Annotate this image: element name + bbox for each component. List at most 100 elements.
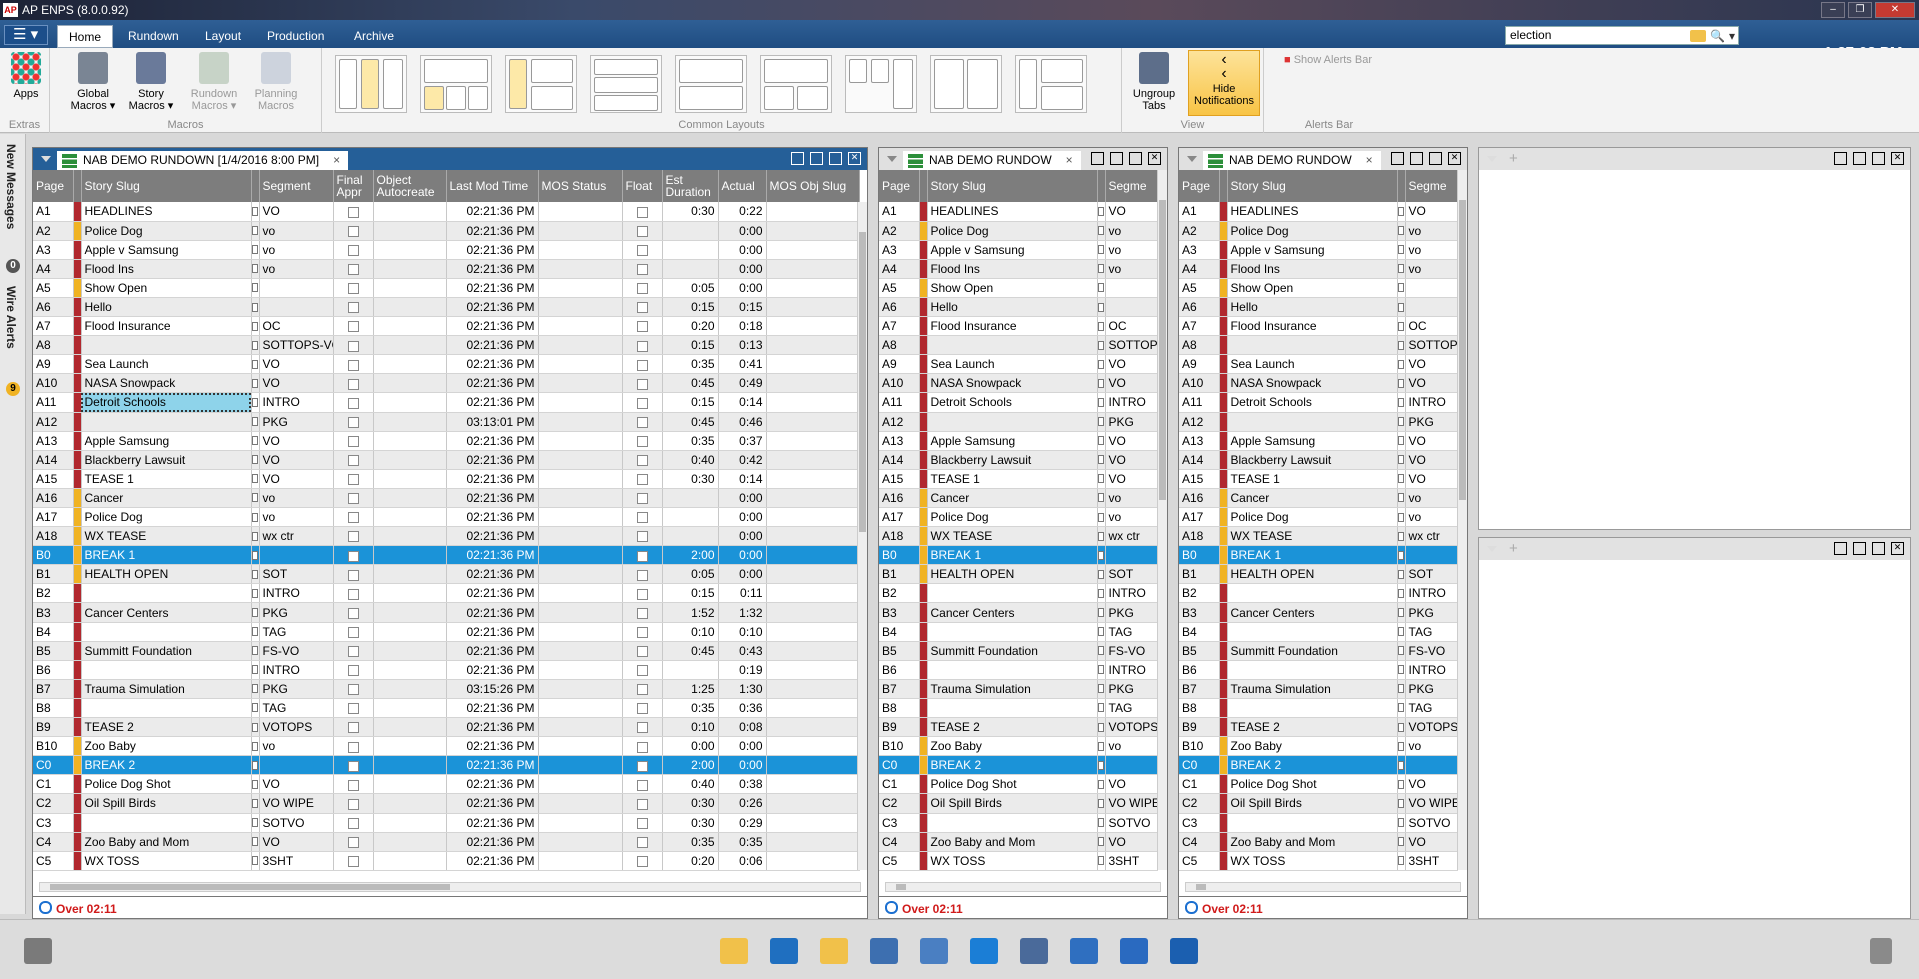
segment-cell[interactable]: VO (259, 832, 334, 852)
table-row[interactable]: A6 Hello 02:21:36 PM 0:15 0:15 (33, 297, 860, 318)
float-checkbox[interactable] (622, 641, 663, 661)
table-row[interactable]: A10 NASA Snowpack VO (1179, 373, 1458, 394)
table-row[interactable]: A2 Police Dog vo 02:21:36 PM 0:00 (33, 221, 860, 241)
final-appr-checkbox[interactable] (333, 679, 374, 699)
story-slug-cell[interactable]: BREAK 1 (81, 545, 252, 566)
popout-icon[interactable] (791, 152, 804, 165)
table-row[interactable]: B0 BREAK 1 02:21:36 PM 2:00 0:00 (33, 545, 860, 566)
page-cell[interactable]: A3 (879, 240, 920, 260)
col-story-slug[interactable]: Story Slug (81, 170, 252, 202)
table-row[interactable]: A10 NASA Snowpack VO (879, 373, 1158, 394)
segment-cell[interactable] (259, 297, 334, 318)
final-appr-checkbox[interactable] (333, 602, 374, 623)
table-row[interactable]: C4 Zoo Baby and Mom VO (879, 832, 1158, 852)
segment-cell[interactable]: INTRO (1105, 583, 1158, 604)
page-cell[interactable]: B5 (33, 641, 74, 661)
segment-cell[interactable]: VO (1405, 354, 1458, 375)
table-row[interactable]: A12 PKG (879, 412, 1158, 432)
table-row[interactable]: C5 WX TOSS 3SHT (879, 851, 1158, 871)
page-cell[interactable]: C0 (1179, 755, 1220, 776)
story-slug-cell[interactable]: HEALTH OPEN (1227, 564, 1398, 585)
ungroup-tabs-button[interactable]: Ungroup Tabs (1132, 52, 1176, 112)
app-menu-button[interactable]: ☰ ▾ (4, 25, 48, 45)
panel-menu-caret[interactable] (41, 156, 51, 162)
story-slug-cell[interactable]: Detroit Schools (1227, 392, 1398, 413)
segment-cell[interactable]: SOT (259, 564, 334, 585)
final-appr-checkbox[interactable] (333, 583, 374, 604)
story-slug-cell[interactable]: Apple v Samsung (81, 240, 252, 260)
table-row[interactable]: C5 WX TOSS 3SHT (1179, 851, 1458, 871)
table-row[interactable]: A9 Sea Launch VO (879, 354, 1158, 375)
segment-cell[interactable]: VO (1405, 373, 1458, 394)
table-row[interactable]: C3 SOTVO (879, 813, 1158, 833)
segment-cell[interactable]: VO (1405, 202, 1458, 222)
story-slug-cell[interactable]: Apple Samsung (1227, 431, 1398, 451)
story-slug-cell[interactable]: Blackberry Lawsuit (927, 450, 1098, 470)
segment-cell[interactable]: TAG (1105, 622, 1158, 642)
final-appr-checkbox[interactable] (333, 240, 374, 260)
float-checkbox[interactable] (622, 412, 663, 432)
story-slug-cell[interactable]: Apple Samsung (81, 431, 252, 451)
page-cell[interactable]: A11 (1179, 392, 1220, 413)
table-row[interactable]: A14 Blackberry Lawsuit VO (1179, 450, 1458, 470)
story-slug-cell[interactable]: HEADLINES (81, 202, 252, 222)
segment-cell[interactable]: PKG (259, 602, 334, 623)
popout-icon[interactable] (1834, 152, 1847, 165)
segment-cell[interactable]: VO (1405, 832, 1458, 852)
table-row[interactable]: C2 Oil Spill Birds VO WIPE (879, 793, 1158, 814)
float-checkbox[interactable] (622, 488, 663, 509)
close-icon[interactable]: ✕ (1448, 152, 1461, 165)
segment-cell[interactable] (1105, 278, 1158, 298)
horizontal-scrollbar[interactable] (1185, 882, 1461, 892)
table-row[interactable]: C0 BREAK 2 (879, 755, 1158, 776)
segment-cell[interactable]: PKG (259, 679, 334, 699)
story-slug-cell[interactable]: Apple v Samsung (927, 240, 1098, 260)
close-icon[interactable]: ✕ (1891, 152, 1904, 165)
minimize-icon[interactable] (1872, 542, 1885, 555)
table-row[interactable]: C0 BREAK 2 (1179, 755, 1458, 776)
layout-thumb-9[interactable] (1015, 55, 1087, 113)
page-cell[interactable]: A5 (1179, 278, 1220, 298)
table-row[interactable]: A7 Flood Insurance OC (879, 316, 1158, 337)
final-appr-checkbox[interactable] (333, 469, 374, 489)
final-appr-checkbox[interactable] (333, 259, 374, 279)
page-cell[interactable]: B5 (1179, 641, 1220, 661)
page-cell[interactable]: A10 (33, 373, 74, 394)
story-slug-cell[interactable]: Summitt Foundation (1227, 641, 1398, 661)
segment-cell[interactable]: SOTTOPS-VO (259, 335, 334, 356)
table-row[interactable]: A1 HEADLINES VO (879, 202, 1158, 222)
table-row[interactable]: A18 WX TEASE wx ctr (1179, 526, 1458, 547)
page-cell[interactable]: B3 (33, 602, 74, 623)
table-row[interactable]: C1 Police Dog Shot VO (1179, 774, 1458, 795)
story-slug-cell[interactable] (1227, 698, 1398, 719)
page-cell[interactable]: A6 (879, 297, 920, 318)
segment-cell[interactable]: vo (1405, 736, 1458, 757)
page-cell[interactable]: A16 (1179, 488, 1220, 509)
table-row[interactable]: C4 Zoo Baby and Mom VO (1179, 832, 1458, 852)
col-segment[interactable]: Segme (1405, 170, 1458, 202)
segment-cell[interactable]: VO (1405, 431, 1458, 451)
page-cell[interactable]: B9 (1179, 717, 1220, 738)
segment-cell[interactable]: VOTOPS (1405, 717, 1458, 738)
table-row[interactable]: B10 Zoo Baby vo (879, 736, 1158, 757)
segment-cell[interactable]: VO (1405, 774, 1458, 795)
popout-icon[interactable] (1834, 542, 1847, 555)
search-input[interactable]: election 🔍 ▾ (1505, 26, 1739, 45)
story-slug-cell[interactable]: TEASE 1 (81, 469, 252, 489)
story-slug-cell[interactable]: Zoo Baby (1227, 736, 1398, 757)
segment-cell[interactable]: OC (1405, 316, 1458, 337)
page-cell[interactable]: C2 (879, 793, 920, 814)
page-cell[interactable]: C2 (1179, 793, 1220, 814)
segment-cell[interactable]: VO (1405, 450, 1458, 470)
close-icon[interactable]: ✕ (1148, 152, 1161, 165)
segment-cell[interactable]: vo (1405, 488, 1458, 509)
horizontal-scrollbar[interactable] (39, 882, 861, 892)
segment-cell[interactable]: VO (259, 354, 334, 375)
table-row[interactable]: C2 Oil Spill Birds VO WIPE 02:21:36 PM 0:30 0… (33, 793, 860, 814)
story-slug-cell[interactable]: TEASE 2 (927, 717, 1098, 738)
layout-thumb-4[interactable] (590, 55, 662, 113)
segment-cell[interactable]: vo (1105, 488, 1158, 509)
col-page[interactable]: Page (33, 170, 74, 202)
segment-cell[interactable]: INTRO (1405, 392, 1458, 413)
segment-cell[interactable] (1105, 545, 1158, 566)
